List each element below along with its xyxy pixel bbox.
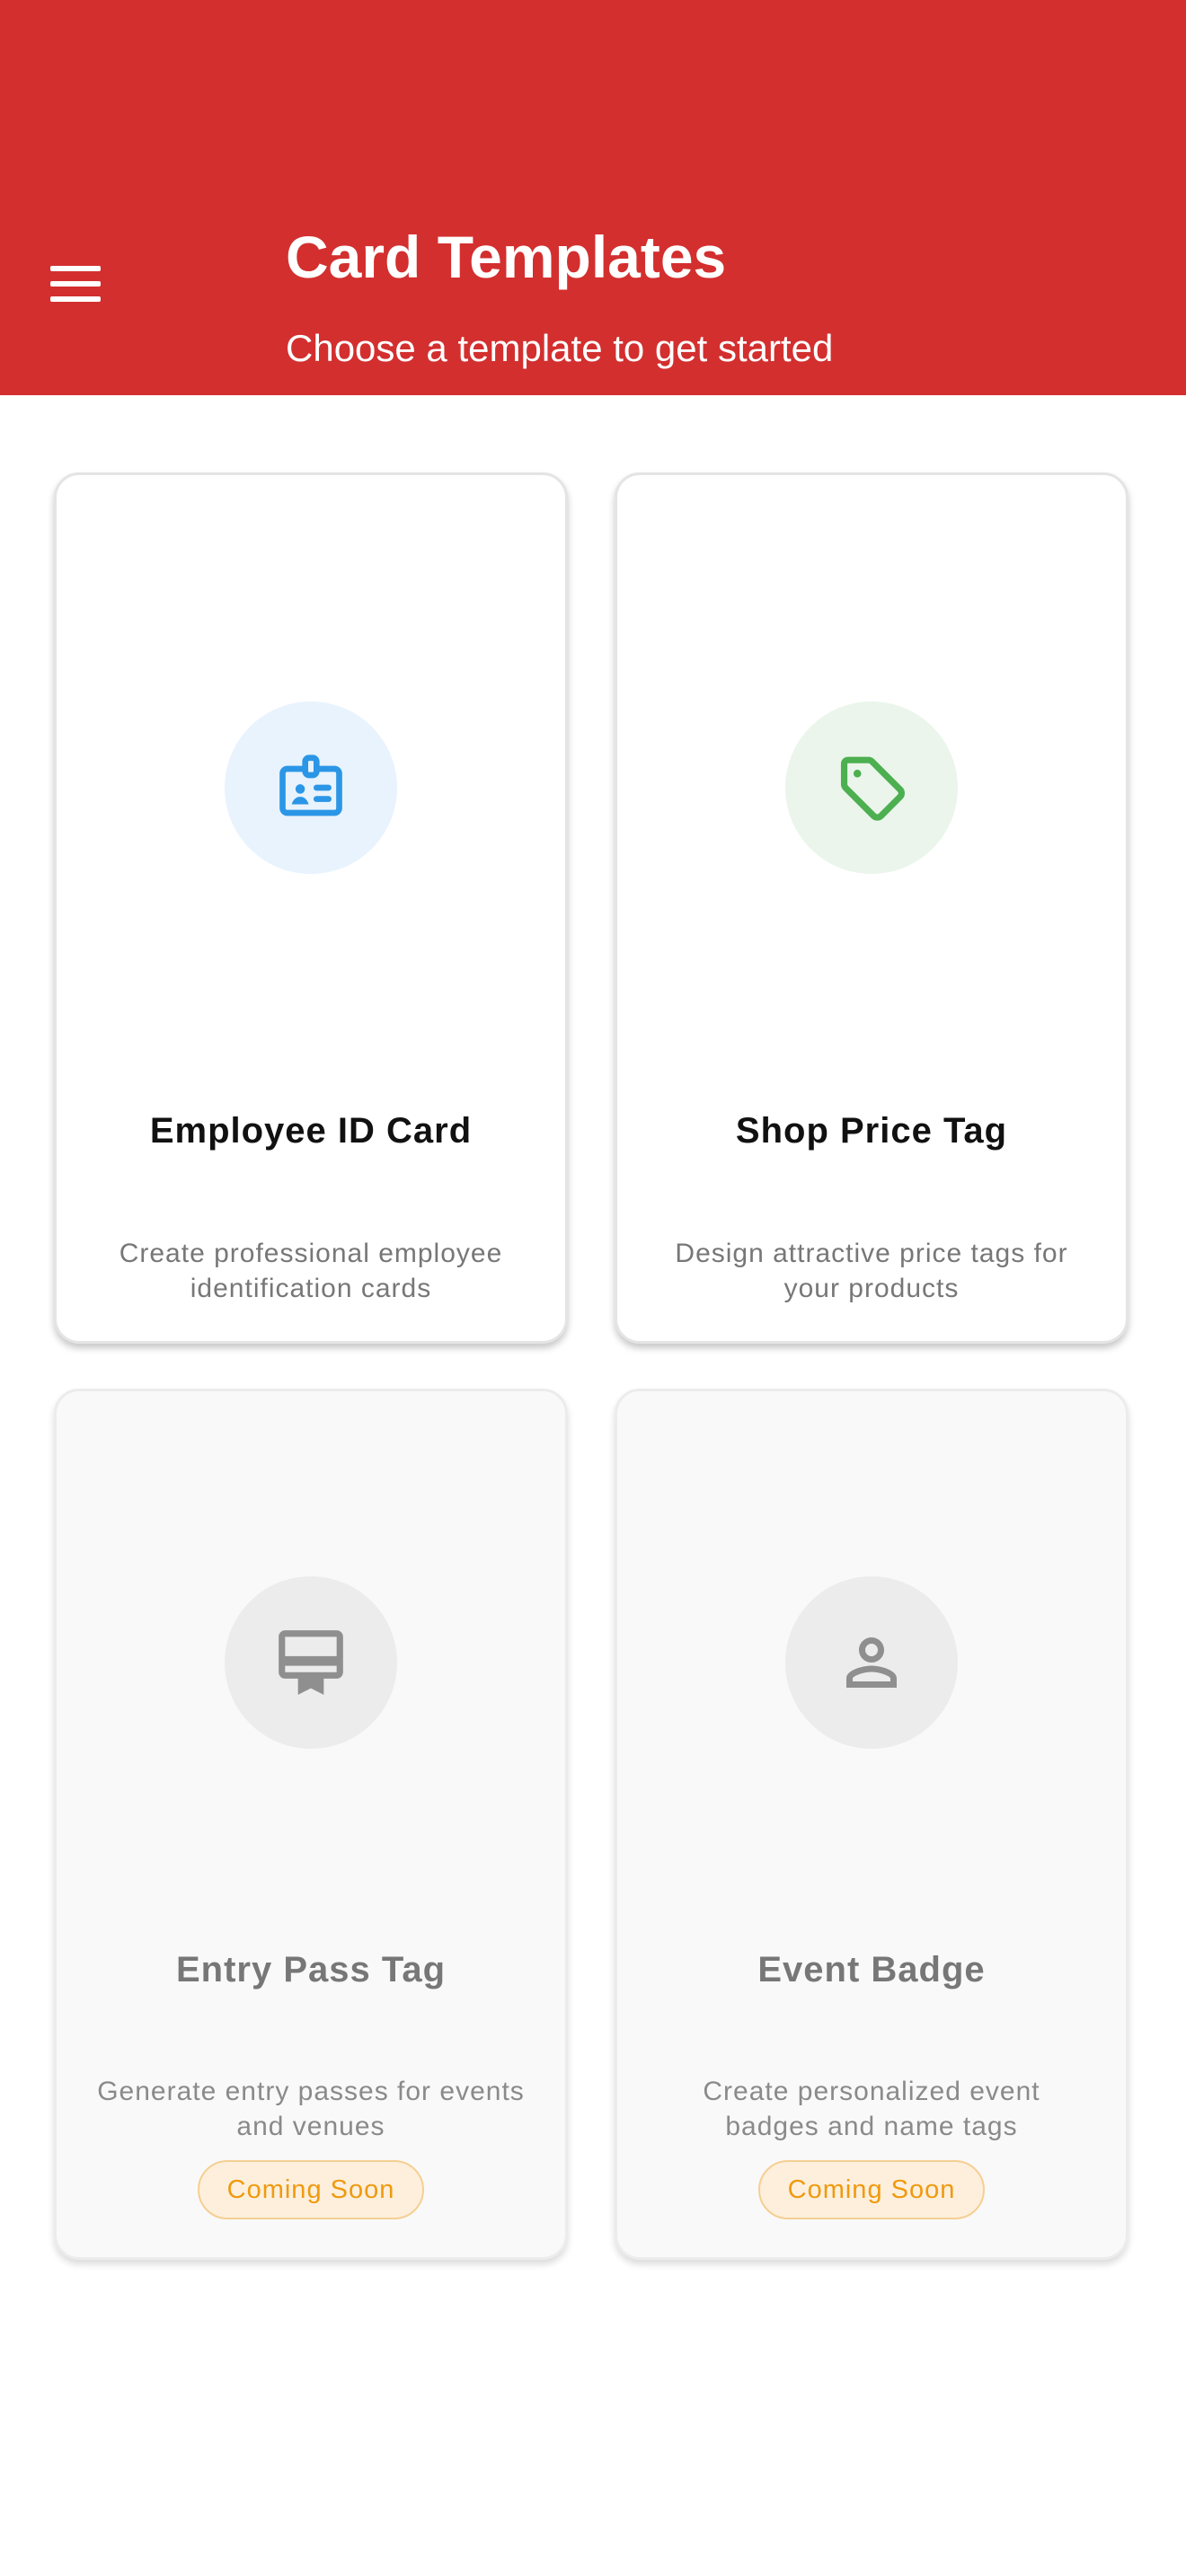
card-description: Create personalized event badges and nam… bbox=[703, 2077, 1040, 2141]
icon-circle bbox=[225, 1576, 397, 1749]
card-membership-icon bbox=[279, 1630, 343, 1695]
template-card-event-badge[interactable]: Event Badge Create personalized event ba… bbox=[615, 1389, 1128, 2260]
template-card-entry-pass[interactable]: Entry Pass Tag Generate entry passes for… bbox=[54, 1389, 568, 2260]
app-header: Card Templates Choose a template to get … bbox=[0, 0, 1186, 395]
card-description: Generate entry passes for events and ven… bbox=[97, 2077, 525, 2141]
person-icon bbox=[846, 1637, 897, 1688]
page-subtitle: Choose a template to get started bbox=[286, 327, 834, 369]
coming-soon-badge: Coming Soon bbox=[198, 2160, 424, 2219]
price-tag-icon bbox=[840, 756, 905, 821]
card-title: Employee ID Card bbox=[149, 1111, 473, 1151]
template-card-employee-id[interactable]: Employee ID Card Create professional emp… bbox=[54, 472, 568, 1344]
page-title: Card Templates bbox=[286, 224, 727, 290]
coming-soon-badge: Coming Soon bbox=[758, 2160, 985, 2219]
hamburger-menu-icon bbox=[50, 266, 101, 271]
card-description: Design attractive price tags for your pr… bbox=[675, 1239, 1068, 1303]
template-card-price-tag[interactable]: Shop Price Tag Design attractive price t… bbox=[615, 472, 1128, 1344]
icon-circle bbox=[785, 1576, 958, 1749]
id-badge-icon bbox=[279, 754, 342, 816]
icon-circle bbox=[225, 701, 397, 874]
card-description: Create professional employee identificat… bbox=[119, 1239, 503, 1303]
card-title: Event Badge bbox=[757, 1950, 986, 1989]
menu-button[interactable] bbox=[50, 266, 101, 302]
card-title: Entry Pass Tag bbox=[175, 1950, 447, 1989]
icon-circle bbox=[785, 701, 958, 874]
template-grid: Employee ID Card Create professional emp… bbox=[54, 472, 1132, 2260]
card-title: Shop Price Tag bbox=[735, 1111, 1008, 1151]
